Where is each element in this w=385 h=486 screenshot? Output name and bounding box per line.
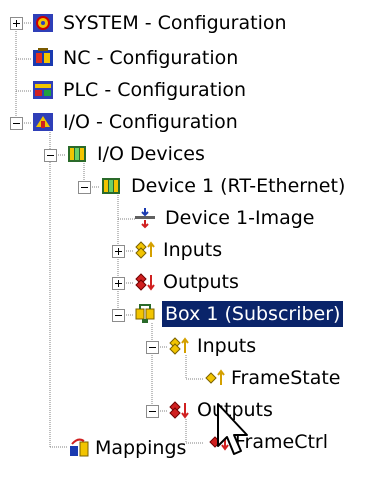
collapse-box-inputs-button[interactable] [146, 341, 159, 354]
tree-item-system[interactable]: SYSTEM - Configuration [32, 8, 352, 40]
tree-item-io[interactable]: I/O - Configuration [32, 107, 352, 139]
tree-item-framestate[interactable]: FrameState [204, 363, 385, 395]
tree-item-label: I/O Devices [97, 143, 205, 165]
tree-item-label: Mappings [95, 437, 187, 459]
outputs-icon [169, 401, 189, 419]
mouse-pointer-icon [217, 403, 248, 455]
tree-item-label: Device 1 (RT-Ethernet) [131, 175, 346, 197]
tree-item-label: PLC - Configuration [63, 79, 247, 101]
collapse-box1-button[interactable] [112, 309, 125, 322]
inputs-icon [135, 241, 155, 259]
tree-item-label: FrameState [231, 367, 341, 389]
tree-item-nc[interactable]: NC - Configuration [32, 43, 352, 75]
process-image-icon [135, 208, 155, 229]
tree-item-label: Box 1 (Subscriber) [162, 301, 344, 327]
tree-item-device-outputs[interactable]: Outputs [134, 267, 334, 299]
expand-system-button[interactable] [10, 17, 23, 30]
mappings-icon [70, 438, 89, 457]
collapse-box-outputs-button[interactable] [146, 405, 159, 418]
ethernet-device-icon [102, 178, 120, 194]
tree-item-label: NC - Configuration [63, 47, 239, 69]
tree-item-device1-image[interactable]: Device 1-Image [135, 203, 376, 235]
collapse-device1-button[interactable] [78, 181, 91, 194]
tree-item-box-inputs[interactable]: Inputs [168, 331, 368, 363]
tree-item-device-inputs[interactable]: Inputs [134, 235, 334, 267]
tree-item-plc[interactable]: PLC - Configuration [32, 75, 352, 107]
io-configuration-tree[interactable]: SYSTEM - Configuration NC - Configuratio… [0, 0, 385, 486]
outputs-icon [135, 273, 155, 291]
tree-item-box1[interactable]: Box 1 (Subscriber) [134, 299, 385, 331]
inputs-icon [169, 337, 189, 355]
expand-device-inputs-button[interactable] [112, 245, 125, 258]
system-config-icon [33, 14, 53, 32]
box-subscriber-icon [135, 304, 155, 323]
plc-config-icon [33, 81, 53, 99]
collapse-io-devices-button[interactable] [44, 149, 57, 162]
input-variable-icon [205, 369, 225, 385]
tree-item-label: I/O - Configuration [63, 111, 238, 133]
tree-item-io-devices[interactable]: I/O Devices [66, 139, 366, 171]
tree-item-label: Inputs [197, 335, 257, 357]
nc-config-icon [33, 48, 53, 66]
tree-item-label: Outputs [163, 271, 239, 293]
tree-item-device1[interactable]: Device 1 (RT-Ethernet) [100, 171, 385, 203]
tree-item-label: SYSTEM - Configuration [63, 12, 287, 34]
io-config-icon [33, 113, 53, 131]
expand-device-outputs-button[interactable] [112, 277, 125, 290]
tree-item-box-outputs[interactable]: Outputs [168, 395, 368, 427]
collapse-io-button[interactable] [10, 117, 23, 130]
io-devices-icon [68, 146, 86, 162]
tree-item-label: Device 1-Image [165, 207, 315, 229]
tree-item-label: Inputs [163, 239, 223, 261]
